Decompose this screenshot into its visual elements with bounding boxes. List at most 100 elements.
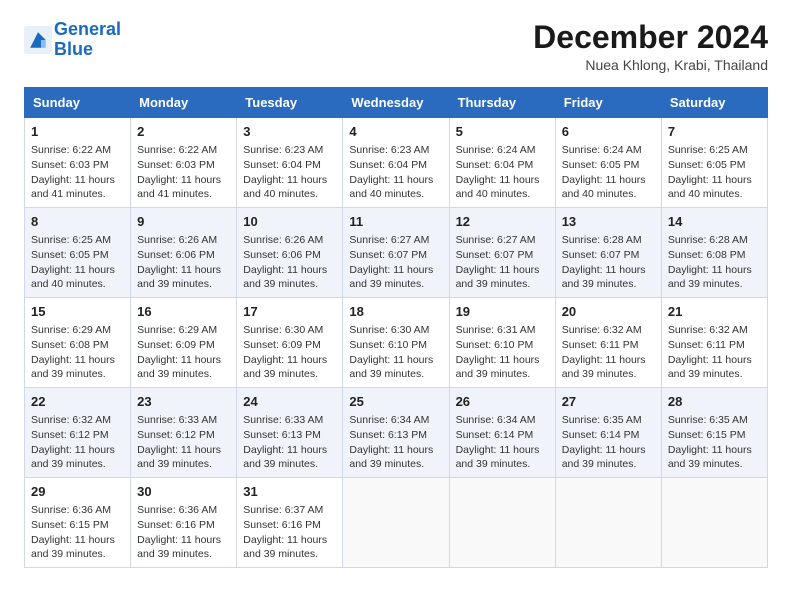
calendar-cell: 4 Sunrise: 6:23 AMSunset: 6:04 PMDaylight… (343, 118, 449, 208)
day-header-thursday: Thursday (449, 88, 555, 118)
day-header-sunday: Sunday (25, 88, 131, 118)
week-row-2: 8 Sunrise: 6:25 AMSunset: 6:05 PMDaylight… (25, 208, 768, 298)
day-info: Sunrise: 6:22 AMSunset: 6:03 PMDaylight:… (31, 143, 124, 202)
calendar-cell: 26 Sunrise: 6:34 AMSunset: 6:14 PMDayligh… (449, 388, 555, 478)
logo-text: GeneralBlue (54, 20, 121, 60)
calendar-cell: 5 Sunrise: 6:24 AMSunset: 6:04 PMDaylight… (449, 118, 555, 208)
day-info: Sunrise: 6:35 AMSunset: 6:14 PMDaylight:… (562, 413, 655, 472)
calendar-cell: 14 Sunrise: 6:28 AMSunset: 6:08 PMDayligh… (661, 208, 767, 298)
day-number: 2 (137, 123, 230, 141)
day-info: Sunrise: 6:32 AMSunset: 6:11 PMDaylight:… (668, 323, 761, 382)
day-number: 14 (668, 213, 761, 231)
day-number: 6 (562, 123, 655, 141)
week-row-1: 1 Sunrise: 6:22 AMSunset: 6:03 PMDaylight… (25, 118, 768, 208)
day-info: Sunrise: 6:25 AMSunset: 6:05 PMDaylight:… (31, 233, 124, 292)
day-info: Sunrise: 6:23 AMSunset: 6:04 PMDaylight:… (243, 143, 336, 202)
day-info: Sunrise: 6:24 AMSunset: 6:04 PMDaylight:… (456, 143, 549, 202)
title-block: December 2024 Nuea Khlong, Krabi, Thaila… (533, 20, 768, 73)
calendar-cell: 29 Sunrise: 6:36 AMSunset: 6:15 PMDayligh… (25, 477, 131, 567)
day-info: Sunrise: 6:34 AMSunset: 6:14 PMDaylight:… (456, 413, 549, 472)
calendar-cell: 25 Sunrise: 6:34 AMSunset: 6:13 PMDayligh… (343, 388, 449, 478)
day-number: 26 (456, 393, 549, 411)
calendar-cell (343, 477, 449, 567)
day-number: 21 (668, 303, 761, 321)
day-number: 23 (137, 393, 230, 411)
calendar-cell: 10 Sunrise: 6:26 AMSunset: 6:06 PMDayligh… (237, 208, 343, 298)
calendar-table: SundayMondayTuesdayWednesdayThursdayFrid… (24, 87, 768, 568)
day-info: Sunrise: 6:30 AMSunset: 6:09 PMDaylight:… (243, 323, 336, 382)
week-row-3: 15 Sunrise: 6:29 AMSunset: 6:08 PMDayligh… (25, 298, 768, 388)
day-info: Sunrise: 6:29 AMSunset: 6:08 PMDaylight:… (31, 323, 124, 382)
calendar-cell: 3 Sunrise: 6:23 AMSunset: 6:04 PMDaylight… (237, 118, 343, 208)
calendar-cell: 28Sunrise: 6:35 AMSunset: 6:15 PMDayligh… (661, 388, 767, 478)
day-info: Sunrise: 6:25 AMSunset: 6:05 PMDaylight:… (668, 143, 761, 202)
calendar-cell: 11Sunrise: 6:27 AMSunset: 6:07 PMDayligh… (343, 208, 449, 298)
day-number: 19 (456, 303, 549, 321)
day-info: Sunrise: 6:37 AMSunset: 6:16 PMDaylight:… (243, 503, 336, 562)
day-info: Sunrise: 6:29 AMSunset: 6:09 PMDaylight:… (137, 323, 230, 382)
day-info: Sunrise: 6:27 AMSunset: 6:07 PMDaylight:… (349, 233, 442, 292)
day-number: 4 (349, 123, 442, 141)
day-info: Sunrise: 6:28 AMSunset: 6:07 PMDaylight:… (562, 233, 655, 292)
day-info: Sunrise: 6:33 AMSunset: 6:13 PMDaylight:… (243, 413, 336, 472)
day-number: 22 (31, 393, 124, 411)
day-info: Sunrise: 6:26 AMSunset: 6:06 PMDaylight:… (243, 233, 336, 292)
day-number: 8 (31, 213, 124, 231)
day-number: 29 (31, 483, 124, 501)
day-info: Sunrise: 6:27 AMSunset: 6:07 PMDaylight:… (456, 233, 549, 292)
day-number: 5 (456, 123, 549, 141)
location: Nuea Khlong, Krabi, Thailand (533, 57, 768, 73)
calendar-cell: 16 Sunrise: 6:29 AMSunset: 6:09 PMDayligh… (131, 298, 237, 388)
day-number: 24 (243, 393, 336, 411)
calendar-cell: 27 Sunrise: 6:35 AMSunset: 6:14 PMDayligh… (555, 388, 661, 478)
day-number: 28 (668, 393, 761, 411)
day-info: Sunrise: 6:31 AMSunset: 6:10 PMDaylight:… (456, 323, 549, 382)
day-number: 16 (137, 303, 230, 321)
day-info: Sunrise: 6:26 AMSunset: 6:06 PMDaylight:… (137, 233, 230, 292)
calendar-cell: 17 Sunrise: 6:30 AMSunset: 6:09 PMDayligh… (237, 298, 343, 388)
day-number: 20 (562, 303, 655, 321)
logo: GeneralBlue (24, 20, 121, 60)
week-row-5: 29 Sunrise: 6:36 AMSunset: 6:15 PMDayligh… (25, 477, 768, 567)
day-header-saturday: Saturday (661, 88, 767, 118)
calendar-cell: 1 Sunrise: 6:22 AMSunset: 6:03 PMDaylight… (25, 118, 131, 208)
day-info: Sunrise: 6:22 AMSunset: 6:03 PMDaylight:… (137, 143, 230, 202)
day-info: Sunrise: 6:24 AMSunset: 6:05 PMDaylight:… (562, 143, 655, 202)
day-info: Sunrise: 6:34 AMSunset: 6:13 PMDaylight:… (349, 413, 442, 472)
calendar-cell: 7Sunrise: 6:25 AMSunset: 6:05 PMDaylight… (661, 118, 767, 208)
month-title: December 2024 (533, 20, 768, 55)
calendar-cell: 9Sunrise: 6:26 AMSunset: 6:06 PMDaylight… (131, 208, 237, 298)
calendar-header-row: SundayMondayTuesdayWednesdayThursdayFrid… (25, 88, 768, 118)
calendar-cell: 23 Sunrise: 6:33 AMSunset: 6:12 PMDayligh… (131, 388, 237, 478)
day-info: Sunrise: 6:33 AMSunset: 6:12 PMDaylight:… (137, 413, 230, 472)
day-info: Sunrise: 6:23 AMSunset: 6:04 PMDaylight:… (349, 143, 442, 202)
week-row-4: 22Sunrise: 6:32 AMSunset: 6:12 PMDayligh… (25, 388, 768, 478)
day-info: Sunrise: 6:30 AMSunset: 6:10 PMDaylight:… (349, 323, 442, 382)
day-info: Sunrise: 6:28 AMSunset: 6:08 PMDaylight:… (668, 233, 761, 292)
day-number: 30 (137, 483, 230, 501)
day-number: 18 (349, 303, 442, 321)
day-number: 17 (243, 303, 336, 321)
calendar-cell: 20Sunrise: 6:32 AMSunset: 6:11 PMDayligh… (555, 298, 661, 388)
calendar-cell: 22Sunrise: 6:32 AMSunset: 6:12 PMDayligh… (25, 388, 131, 478)
day-number: 25 (349, 393, 442, 411)
page-header: GeneralBlue December 2024 Nuea Khlong, K… (24, 20, 768, 73)
calendar-cell (661, 477, 767, 567)
day-number: 15 (31, 303, 124, 321)
day-number: 1 (31, 123, 124, 141)
day-number: 10 (243, 213, 336, 231)
day-header-monday: Monday (131, 88, 237, 118)
day-number: 31 (243, 483, 336, 501)
calendar-cell: 31 Sunrise: 6:37 AMSunset: 6:16 PMDayligh… (237, 477, 343, 567)
calendar-cell: 8 Sunrise: 6:25 AMSunset: 6:05 PMDaylight… (25, 208, 131, 298)
calendar-body: 1 Sunrise: 6:22 AMSunset: 6:03 PMDaylight… (25, 118, 768, 568)
day-number: 3 (243, 123, 336, 141)
day-number: 12 (456, 213, 549, 231)
day-number: 27 (562, 393, 655, 411)
calendar-cell: 24 Sunrise: 6:33 AMSunset: 6:13 PMDayligh… (237, 388, 343, 478)
day-header-tuesday: Tuesday (237, 88, 343, 118)
day-header-friday: Friday (555, 88, 661, 118)
day-info: Sunrise: 6:36 AMSunset: 6:15 PMDaylight:… (31, 503, 124, 562)
calendar-cell: 21 Sunrise: 6:32 AMSunset: 6:11 PMDayligh… (661, 298, 767, 388)
calendar-cell: 12 Sunrise: 6:27 AMSunset: 6:07 PMDayligh… (449, 208, 555, 298)
